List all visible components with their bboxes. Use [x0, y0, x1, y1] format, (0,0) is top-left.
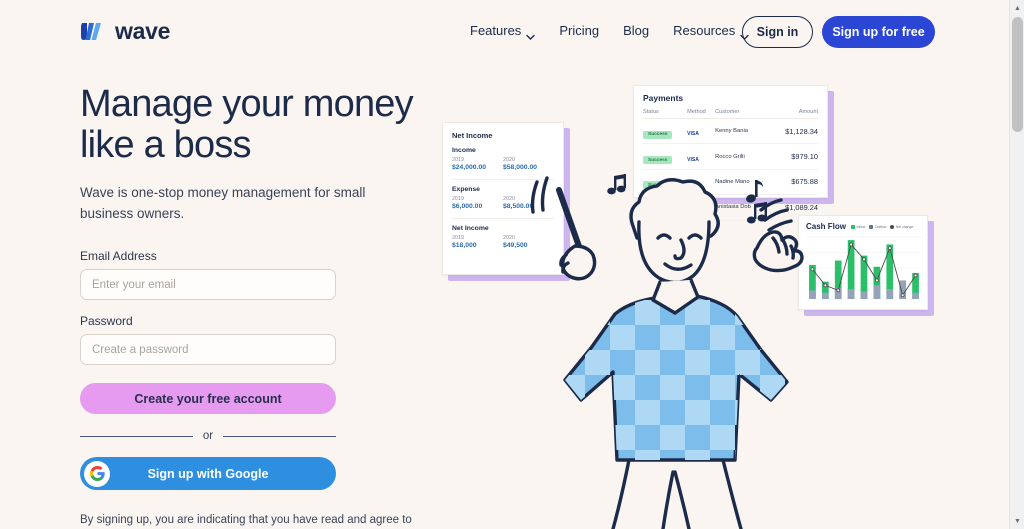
chevron-down-icon: [526, 28, 536, 40]
divider-line-right: [223, 435, 337, 437]
wave-logo-icon: [80, 20, 106, 44]
leg-inner-right: [673, 470, 691, 529]
brand-name: wave: [115, 18, 171, 44]
legend-swatch: [851, 224, 856, 229]
google-signup-button[interactable]: Sign up with Google: [80, 457, 336, 491]
section-label: Income: [452, 147, 476, 154]
google-button-label: Sign up with Google: [147, 466, 269, 481]
signup-form: Email Address Password Create your free …: [80, 249, 412, 529]
site-header: wave Features Pricing Blog Resources Sig…: [0, 0, 1009, 64]
scroll-down-arrow-icon[interactable]: ▼: [1010, 513, 1024, 529]
nav-label: Blog: [623, 23, 650, 38]
chart-legend: Inflow Outflow Net change: [851, 224, 914, 229]
main-nav: Features Pricing Blog Resources: [470, 23, 749, 40]
page-title: Manage your money like a boss: [80, 84, 430, 165]
landing-page: wave Features Pricing Blog Resources Sig…: [0, 0, 1009, 529]
net-change-point: [900, 293, 905, 298]
status-badge: Success: [643, 130, 673, 139]
email-field[interactable]: [80, 269, 336, 301]
leg-right: [721, 458, 743, 529]
amount-value: $18,000: [452, 242, 477, 249]
bar-outflow: [873, 285, 881, 299]
table-header-row: Status Method Customer Amount: [643, 109, 818, 119]
amount-value: $1,128.34: [768, 118, 818, 145]
legend-label: Inflow: [856, 224, 866, 229]
column-header-method: Method: [687, 109, 716, 119]
page-scrollbar[interactable]: ▲ ▼: [1009, 0, 1024, 529]
legend-label: Net change: [895, 224, 914, 229]
sign-up-button[interactable]: Sign up for free: [822, 16, 935, 48]
scroll-up-arrow-icon[interactable]: ▲: [1010, 0, 1024, 16]
net-change-point: [874, 278, 879, 283]
year-label: 2019: [452, 235, 464, 241]
password-label: Password: [80, 314, 133, 329]
nav-item-pricing[interactable]: Pricing: [559, 23, 599, 38]
email-label: Email Address: [80, 249, 157, 264]
legend-label: Outflow: [874, 224, 887, 229]
customer-name: Kenny Bania: [715, 118, 769, 145]
divider-label: or: [202, 430, 214, 443]
bar-outflow: [886, 289, 894, 299]
sign-in-button[interactable]: Sign in: [742, 16, 813, 48]
scrollbar-thumb[interactable]: [1012, 17, 1023, 132]
legend-marker-icon: [890, 224, 895, 229]
bar-outflow: [912, 292, 919, 299]
hero-section: Manage your money like a boss Wave is on…: [80, 84, 430, 529]
net-change-point: [862, 257, 866, 262]
net-change-point: [836, 288, 841, 293]
legend-item-net-change: Net change: [890, 224, 914, 229]
nav-item-features[interactable]: Features: [470, 23, 536, 40]
heading-line-1: Manage your money: [80, 83, 414, 125]
nav-label: Pricing: [559, 23, 600, 38]
divider: or: [80, 430, 337, 443]
legend-item-outflow: Outflow: [869, 224, 887, 229]
year-label: 2019: [452, 196, 464, 202]
column-header-status: Status: [643, 109, 688, 119]
brand-logo[interactable]: wave: [80, 18, 170, 45]
year-label: 2019: [452, 157, 464, 163]
column-header-customer: Customer: [715, 109, 769, 119]
amount-value: $6,000.00: [452, 203, 483, 210]
password-field[interactable]: [80, 334, 336, 366]
legend-item-inflow: Inflow: [851, 224, 866, 229]
leg-left: [611, 458, 631, 529]
bar-outflow: [847, 289, 855, 299]
nav-label: Features: [470, 23, 522, 38]
net-change-point: [913, 273, 918, 278]
hero-illustration: Net Income Income 2019 $24,000.00 2020 $…: [430, 60, 975, 529]
leg-inner-left: [661, 470, 675, 529]
nav-item-resources[interactable]: Resources: [673, 23, 749, 40]
divider-line-left: [80, 435, 193, 437]
net-change-point: [849, 242, 854, 247]
method-label: VISA: [687, 131, 699, 138]
legal-prefix: By signing up, you are indicating that y…: [80, 514, 412, 527]
column-header-amount: Amount: [768, 109, 818, 119]
amount-value: $24,000.00: [452, 164, 487, 171]
table-row: Success VISA Kenny Bania $1,128.34: [643, 118, 818, 145]
payments-title: Payments: [643, 93, 684, 103]
hero-subtitle: Wave is one-stop money management for sm…: [80, 185, 366, 222]
net-income-title: Net Income: [452, 131, 493, 140]
bar-outflow: [860, 291, 868, 299]
nav-label: Resources: [673, 23, 736, 38]
legend-swatch: [869, 224, 874, 229]
create-account-button[interactable]: Create your free account: [80, 383, 336, 415]
conductor-figure-illustration: [530, 176, 804, 529]
nav-item-blog[interactable]: Blog: [623, 23, 649, 38]
net-change-point: [887, 246, 892, 251]
heading-line-2: like a boss: [80, 123, 252, 166]
legal-text: By signing up, you are indicating that y…: [80, 512, 415, 529]
